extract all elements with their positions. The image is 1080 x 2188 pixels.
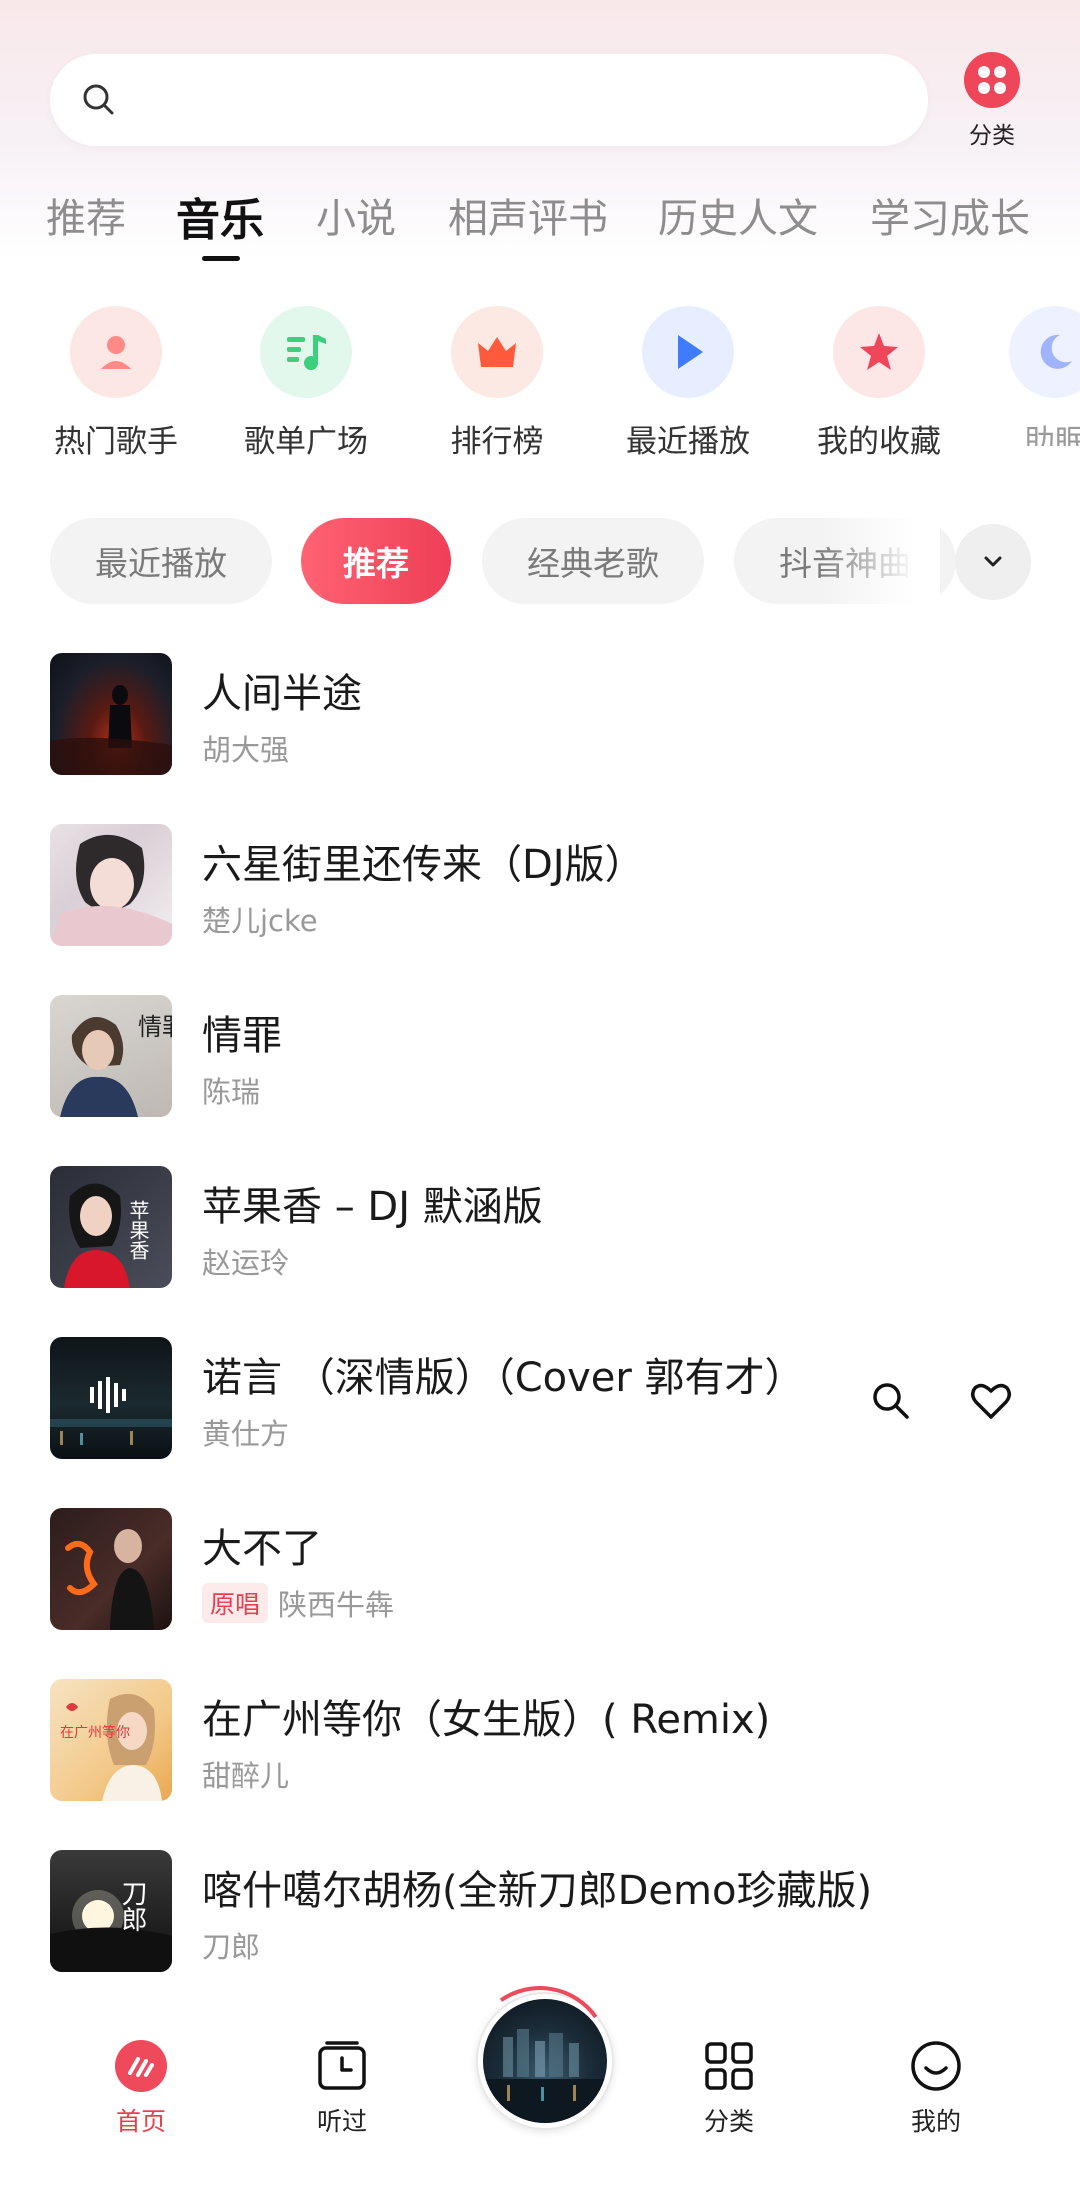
song-title: 诺言 （深情版）（Cover 郭有才） [202, 1355, 805, 1401]
quick-entry-recent[interactable]: 最近播放 [608, 306, 768, 461]
quick-entry-label: 最近播放 [626, 424, 750, 460]
tab-active-indicator [202, 256, 240, 261]
song-row[interactable]: 六星街里还传来（DJ版） 楚儿jcke [50, 824, 1050, 946]
nav-home[interactable]: 首页 [81, 2038, 201, 2138]
song-title: 情罪 [202, 1013, 282, 1059]
quick-entry-playlists[interactable]: 歌单广场 [226, 306, 386, 461]
album-cover [50, 653, 172, 775]
song-artist: 陕西牛犇 [278, 1588, 395, 1622]
song-artist: 甜醉儿 [202, 1759, 290, 1793]
heart-icon[interactable] [967, 1377, 1015, 1425]
song-row[interactable]: 情罪 情罪 陈瑞 [50, 995, 1050, 1117]
album-cover: 刀郎 [50, 1850, 172, 1972]
song-title: 六星街里还传来（DJ版） [202, 842, 645, 888]
nav-label: 首页 [115, 2107, 166, 2136]
crown-icon [451, 306, 543, 398]
history-icon [314, 2038, 370, 2094]
expand-chips-button[interactable] [955, 524, 1031, 600]
category-label: 分类 [969, 123, 1015, 149]
song-row[interactable]: 大不了 原唱 陕西牛犇 [50, 1508, 1050, 1630]
album-cover [50, 1508, 172, 1630]
quick-entry-sleep-clip: 助眠 [990, 306, 1080, 446]
nav-history[interactable]: 听过 [282, 2038, 402, 2138]
song-artist: 陈瑞 [202, 1075, 261, 1109]
tab-history[interactable]: 历史人文 [658, 186, 818, 244]
album-cover [50, 1337, 172, 1459]
album-cover: 苹果香 [50, 1166, 172, 1288]
quick-entry-charts[interactable]: 排行榜 [417, 306, 577, 461]
nav-mine[interactable]: 我的 [876, 2038, 996, 2138]
quick-entry-label: 助眠 [1024, 424, 1080, 446]
song-artist: 黄仕方 [202, 1417, 290, 1451]
cover-text: 苹果香 [126, 1200, 150, 1260]
song-row[interactable]: 诺言 （深情版）（Cover 郭有才） 黄仕方 [50, 1337, 1050, 1459]
tab-recommend[interactable]: 推荐 [46, 186, 126, 244]
song-title: 大不了 [202, 1526, 322, 1572]
song-artist: 赵运玲 [202, 1246, 290, 1280]
song-artist: 楚儿jcke [202, 904, 318, 938]
moon-icon [1009, 306, 1080, 398]
song-row[interactable]: 人间半途 胡大强 [50, 653, 1050, 775]
quick-entry-favorites[interactable]: 我的收藏 [799, 306, 959, 461]
quick-entry-singers[interactable]: 热门歌手 [36, 306, 196, 461]
song-title: 苹果香 – DJ 默涵版 [202, 1184, 543, 1230]
search-icon[interactable] [867, 1377, 915, 1425]
category-button[interactable]: 分类 [958, 52, 1026, 152]
tab-music[interactable]: 音乐 [176, 184, 264, 248]
grid-icon [701, 2038, 757, 2094]
song-row[interactable]: 苹果香 苹果香 – DJ 默涵版 赵运玲 [50, 1166, 1050, 1288]
album-cover [50, 824, 172, 946]
tab-learning[interactable]: 学习成长 [870, 186, 1030, 244]
album-cover: 在广州等你 [50, 1679, 172, 1801]
chip-recent[interactable]: 最近播放 [50, 518, 272, 604]
quick-entry-label: 排行榜 [450, 424, 544, 460]
original-badge: 原唱 [202, 1583, 269, 1623]
song-artist-line: 原唱 陕西牛犇 [202, 1582, 394, 1624]
category-icon [964, 52, 1020, 108]
quick-entry-label: 热门歌手 [54, 424, 178, 460]
chip-classic[interactable]: 经典老歌 [482, 518, 704, 604]
song-title: 在广州等你（女生版）( Remix) [202, 1697, 771, 1743]
quick-entry-sleep[interactable]: 助眠 [990, 306, 1080, 446]
song-row[interactable]: 刀郎 喀什噶尔胡杨(全新刀郎Demo珍藏版) 刀郎 [50, 1850, 1050, 1972]
singer-icon [70, 306, 162, 398]
nav-label: 听过 [316, 2107, 367, 2136]
chip-recommend[interactable]: 推荐 [301, 518, 451, 604]
cover-text: 在广州等你 [60, 1724, 130, 1741]
smile-icon [908, 2038, 964, 2094]
tab-novel[interactable]: 小说 [316, 186, 396, 244]
play-icon [642, 306, 734, 398]
star-icon [833, 306, 925, 398]
cover-text: 情罪 [138, 1013, 172, 1041]
nav-label: 我的 [910, 2107, 961, 2136]
nav-category[interactable]: 分类 [669, 2038, 789, 2138]
quick-entry-label: 我的收藏 [817, 424, 941, 460]
cover-text: 刀郎 [117, 1880, 147, 1932]
song-row[interactable]: 在广州等你 在广州等你（女生版）( Remix) 甜醉儿 [50, 1679, 1050, 1801]
album-cover: 情罪 [50, 995, 172, 1117]
quick-entry-label: 歌单广场 [244, 424, 368, 460]
song-title: 喀什噶尔胡杨(全新刀郎Demo珍藏版) [202, 1868, 873, 1914]
home-icon [113, 2038, 169, 2094]
song-title: 人间半途 [202, 671, 362, 717]
search-input[interactable] [50, 54, 928, 146]
playlist-icon [260, 306, 352, 398]
nav-label: 分类 [703, 2107, 754, 2136]
tab-crosstalk[interactable]: 相声评书 [448, 186, 608, 244]
song-artist: 胡大强 [202, 733, 290, 767]
song-artist: 刀郎 [202, 1930, 261, 1964]
chip-fade [820, 510, 940, 610]
search-icon [83, 84, 114, 115]
chevron-down-icon [984, 556, 1002, 567]
